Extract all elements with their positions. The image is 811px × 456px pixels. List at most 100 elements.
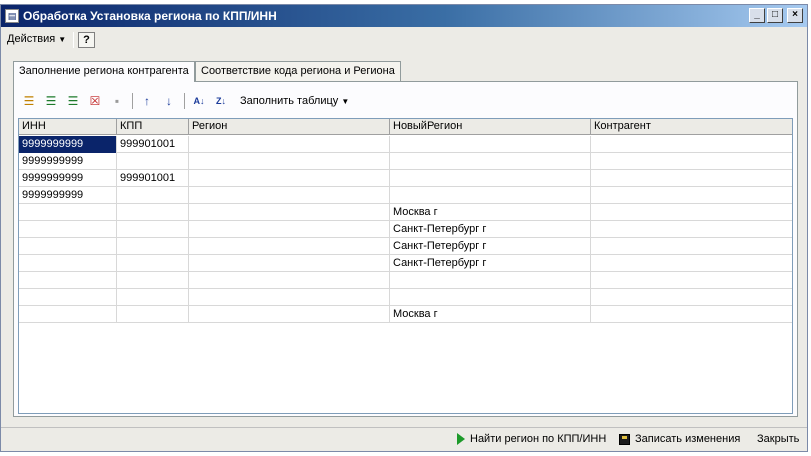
table-row[interactable]: 9999999999: [19, 153, 792, 170]
cell-kpp[interactable]: [117, 187, 189, 204]
close-window-button[interactable]: ×: [787, 8, 803, 23]
column-header-kpp[interactable]: КПП: [117, 119, 189, 135]
menu-separator: [73, 32, 74, 48]
bottom-action-bar: Найти регион по КПП/ИНН Записать изменен…: [1, 427, 807, 451]
cell-region[interactable]: [189, 136, 390, 153]
cell-new-region[interactable]: Санкт-Петербург г: [390, 255, 591, 272]
cell-new-region[interactable]: [390, 289, 591, 306]
cell-new-region[interactable]: Москва г: [390, 204, 591, 221]
cell-region[interactable]: [189, 170, 390, 187]
cell-inn[interactable]: 9999999999: [19, 153, 117, 170]
move-down-icon[interactable]: ↓: [160, 92, 178, 110]
cell-inn[interactable]: [19, 289, 117, 306]
cell-contractor[interactable]: [591, 204, 792, 221]
table-row[interactable]: Москва г: [19, 204, 792, 221]
cell-contractor[interactable]: [591, 153, 792, 170]
cell-region[interactable]: [189, 289, 390, 306]
table-row[interactable]: 9999999999 999901001: [19, 136, 792, 153]
edit-row-icon[interactable]: ☰: [64, 92, 82, 110]
table-row[interactable]: 9999999999 999901001: [19, 170, 792, 187]
region-table[interactable]: ИНН КПП Регион НовыйРегион Контрагент 99…: [18, 118, 793, 414]
cell-new-region[interactable]: [390, 272, 591, 289]
cell-kpp[interactable]: [117, 238, 189, 255]
cell-contractor[interactable]: [591, 289, 792, 306]
cell-region[interactable]: [189, 272, 390, 289]
column-header-contractor[interactable]: Контрагент: [591, 119, 792, 135]
cell-inn[interactable]: [19, 306, 117, 323]
cell-new-region[interactable]: [390, 153, 591, 170]
tab-region-code-mapping[interactable]: Соответствие кода региона и Региона: [195, 61, 401, 81]
actions-menu[interactable]: Действия ▼: [7, 33, 66, 45]
cell-kpp[interactable]: [117, 306, 189, 323]
table-row[interactable]: 9999999999: [19, 187, 792, 204]
table-row[interactable]: Санкт-Петербург г: [19, 238, 792, 255]
cell-contractor[interactable]: [591, 306, 792, 323]
table-row[interactable]: Санкт-Петербург г: [19, 255, 792, 272]
cell-contractor[interactable]: [591, 170, 792, 187]
cell-kpp[interactable]: [117, 289, 189, 306]
column-header-inn[interactable]: ИНН: [19, 119, 117, 135]
table-row[interactable]: Санкт-Петербург г: [19, 221, 792, 238]
cell-new-region[interactable]: [390, 187, 591, 204]
cell-region[interactable]: [189, 221, 390, 238]
delete-row-icon[interactable]: ☒: [86, 92, 104, 110]
cell-contractor[interactable]: [591, 238, 792, 255]
cell-new-region[interactable]: Санкт-Петербург г: [390, 221, 591, 238]
cell-kpp[interactable]: [117, 255, 189, 272]
cell-kpp[interactable]: [117, 153, 189, 170]
table-row[interactable]: [19, 272, 792, 289]
cell-kpp[interactable]: 999901001: [117, 136, 189, 153]
cell-kpp[interactable]: 999901001: [117, 170, 189, 187]
copy-row-icon[interactable]: ☰: [42, 92, 60, 110]
cell-new-region[interactable]: [390, 170, 591, 187]
cell-new-region[interactable]: [390, 136, 591, 153]
cell-region[interactable]: [189, 187, 390, 204]
cell-inn[interactable]: [19, 238, 117, 255]
cell-inn[interactable]: 9999999999: [19, 170, 117, 187]
cell-contractor[interactable]: [591, 187, 792, 204]
cell-region[interactable]: [189, 153, 390, 170]
cell-inn[interactable]: [19, 272, 117, 289]
maximize-button[interactable]: □: [767, 8, 783, 23]
cell-contractor[interactable]: [591, 221, 792, 238]
window-title: Обработка Установка региона по КПП/ИНН: [23, 9, 277, 23]
cell-region[interactable]: [189, 255, 390, 272]
cell-contractor[interactable]: [591, 272, 792, 289]
cell-inn[interactable]: 9999999999: [19, 187, 117, 204]
table-row[interactable]: [19, 289, 792, 306]
cell-region[interactable]: [189, 238, 390, 255]
cell-new-region[interactable]: Москва г: [390, 306, 591, 323]
cell-new-region[interactable]: Санкт-Петербург г: [390, 238, 591, 255]
close-button[interactable]: Закрыть: [757, 433, 799, 445]
cell-kpp[interactable]: [117, 221, 189, 238]
cell-inn[interactable]: 9999999999: [19, 136, 117, 153]
help-button[interactable]: ?: [78, 32, 95, 48]
tab-label: Соответствие кода региона и Региона: [201, 65, 395, 77]
cell-kpp[interactable]: [117, 272, 189, 289]
cell-inn[interactable]: [19, 204, 117, 221]
cell-region[interactable]: [189, 306, 390, 323]
tab-fill-contractor-region[interactable]: Заполнение региона контрагента: [13, 61, 195, 82]
end-edit-icon[interactable]: ▪: [108, 92, 126, 110]
cell-inn[interactable]: [19, 255, 117, 272]
save-changes-button[interactable]: Записать изменения: [619, 433, 740, 445]
minimize-button[interactable]: _: [749, 8, 765, 23]
column-header-new-region[interactable]: НовыйРегион: [390, 119, 591, 135]
fill-table-button[interactable]: Заполнить таблицу ▼: [240, 95, 349, 107]
find-region-button[interactable]: Найти регион по КПП/ИНН: [457, 433, 607, 446]
cell-kpp[interactable]: [117, 204, 189, 221]
find-region-label: Найти регион по КПП/ИНН: [470, 433, 607, 445]
column-header-region[interactable]: Регион: [189, 119, 390, 135]
title-bar[interactable]: ▤ Обработка Установка региона по КПП/ИНН…: [1, 5, 807, 27]
table-row[interactable]: Москва г: [19, 306, 792, 323]
toolbar-separator: [132, 93, 133, 109]
cell-contractor[interactable]: [591, 255, 792, 272]
cell-inn[interactable]: [19, 221, 117, 238]
save-icon: [619, 433, 630, 445]
cell-contractor[interactable]: [591, 136, 792, 153]
add-row-icon[interactable]: ☰: [20, 92, 38, 110]
sort-descending-icon[interactable]: Z↓: [212, 92, 230, 110]
move-up-icon[interactable]: ↑: [138, 92, 156, 110]
sort-ascending-icon[interactable]: A↓: [190, 92, 208, 110]
cell-region[interactable]: [189, 204, 390, 221]
